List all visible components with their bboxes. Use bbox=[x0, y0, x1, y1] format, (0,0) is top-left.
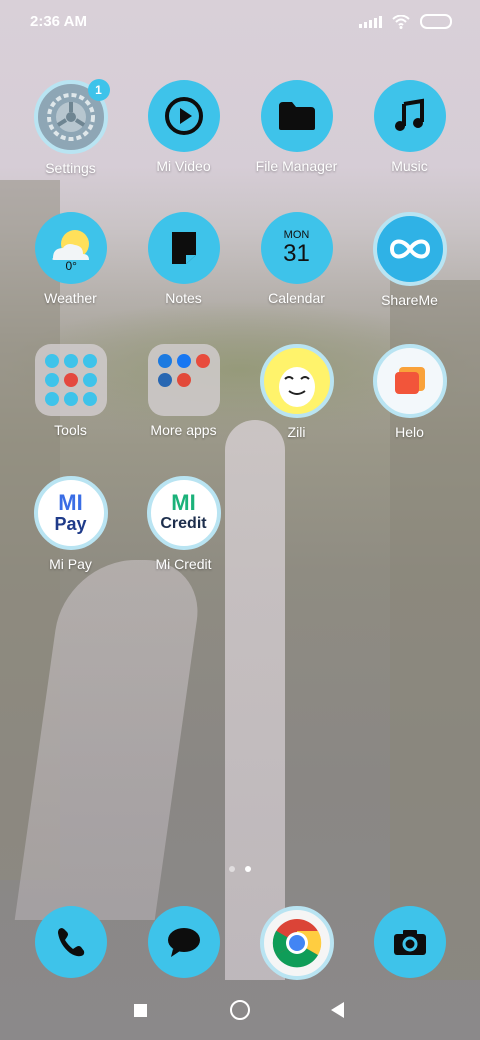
app-settings[interactable]: 1 Settings bbox=[14, 79, 127, 176]
dock-chrome[interactable] bbox=[240, 906, 353, 980]
mi-credit-icon: MI Credit bbox=[146, 476, 221, 550]
app-label: Music bbox=[391, 158, 428, 174]
app-file-manager[interactable]: File Manager bbox=[240, 80, 353, 174]
weather-sun-icon: 0° bbox=[34, 212, 107, 284]
page-dot[interactable] bbox=[229, 866, 235, 872]
app-notes[interactable]: Notes bbox=[127, 212, 240, 306]
app-helo[interactable]: Helo bbox=[353, 344, 466, 440]
calendar-date: 31 bbox=[283, 240, 310, 267]
app-label: Weather bbox=[44, 290, 97, 306]
music-note-icon bbox=[373, 80, 446, 152]
zili-face-icon bbox=[259, 344, 334, 418]
folder-icon bbox=[260, 80, 333, 152]
app-mi-credit[interactable]: MI Credit Mi Credit bbox=[127, 476, 240, 572]
mi-credit-logo-top: MI bbox=[171, 490, 196, 515]
app-label: Helo bbox=[395, 424, 424, 440]
app-label: Zili bbox=[287, 424, 306, 440]
settings-icon: 1 bbox=[33, 79, 110, 154]
mi-pay-icon: MI Pay bbox=[33, 476, 108, 550]
app-label: Tools bbox=[54, 422, 87, 438]
app-zili[interactable]: Zili bbox=[240, 344, 353, 440]
folder-tools[interactable]: Tools bbox=[14, 344, 127, 438]
phone-icon bbox=[34, 906, 107, 978]
app-label: File Manager bbox=[255, 158, 338, 174]
clock: 2:36 AM bbox=[30, 13, 87, 30]
dock-messages[interactable] bbox=[127, 906, 240, 978]
app-mi-video[interactable]: Mi Video bbox=[127, 80, 240, 174]
play-icon bbox=[147, 80, 220, 152]
app-label: ShareMe bbox=[381, 292, 438, 308]
message-icon bbox=[147, 906, 220, 978]
app-label: Settings bbox=[45, 160, 96, 176]
helo-icon bbox=[372, 344, 447, 418]
app-calendar[interactable]: MON 31 Calendar bbox=[240, 212, 353, 306]
app-weather[interactable]: 0° Weather bbox=[14, 212, 127, 306]
app-label: Mi Credit bbox=[155, 556, 212, 572]
app-shareme[interactable]: ShareMe bbox=[353, 212, 466, 308]
chrome-icon bbox=[259, 906, 334, 980]
app-mi-pay[interactable]: MI Pay Mi Pay bbox=[14, 476, 127, 572]
mi-credit-logo-bottom: Credit bbox=[160, 515, 207, 532]
signal-icon bbox=[359, 15, 382, 28]
status-bar: 2:36 AM bbox=[0, 0, 480, 44]
camera-icon bbox=[373, 906, 446, 978]
app-label: Calendar bbox=[268, 290, 325, 306]
notes-icon bbox=[147, 212, 220, 284]
recents-button[interactable] bbox=[134, 1004, 147, 1017]
weather-temp: 0° bbox=[65, 259, 77, 273]
dock-camera[interactable] bbox=[353, 906, 466, 978]
app-label: Notes bbox=[165, 290, 202, 306]
battery-icon bbox=[420, 14, 452, 29]
mi-pay-logo-top: MI bbox=[58, 490, 83, 515]
home-button[interactable] bbox=[230, 1000, 250, 1020]
shareme-icon bbox=[372, 212, 447, 286]
page-dot-current[interactable] bbox=[245, 866, 251, 872]
dock-phone[interactable] bbox=[14, 906, 127, 978]
folder-icon bbox=[34, 344, 107, 416]
back-button[interactable] bbox=[331, 1002, 344, 1018]
notification-badge: 1 bbox=[87, 79, 110, 101]
calendar-icon: MON 31 bbox=[260, 212, 333, 284]
app-label: Mi Pay bbox=[49, 556, 92, 572]
app-label: Mi Video bbox=[156, 158, 211, 174]
navigation-bar bbox=[0, 996, 480, 1026]
wifi-icon bbox=[392, 14, 410, 29]
folder-more-apps[interactable]: More apps bbox=[127, 344, 240, 438]
app-music[interactable]: Music bbox=[353, 80, 466, 174]
folder-icon bbox=[147, 344, 220, 416]
page-indicator bbox=[0, 866, 480, 872]
app-label: More apps bbox=[150, 422, 217, 438]
mi-pay-logo-bottom: Pay bbox=[54, 514, 87, 534]
